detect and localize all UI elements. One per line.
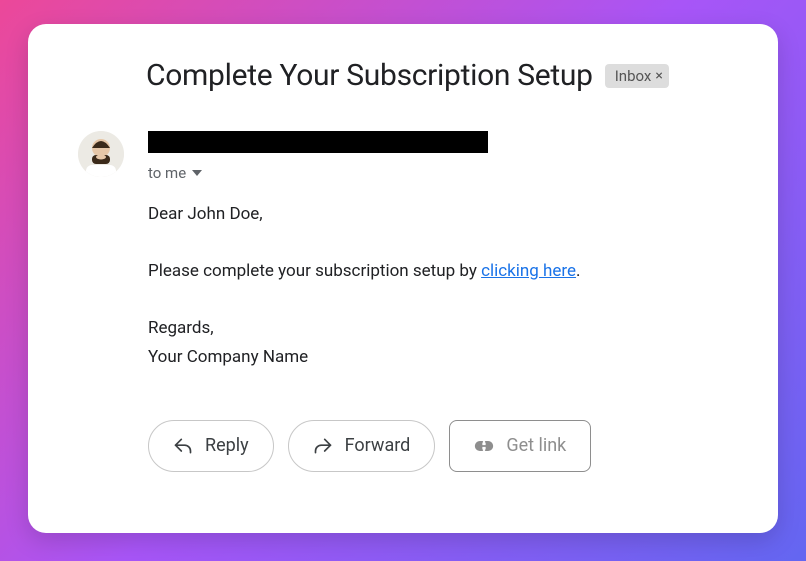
label-remove-icon[interactable]: × xyxy=(655,68,662,84)
body-greeting: Dear John Doe, xyxy=(148,200,728,229)
get-link-label: Get link xyxy=(506,435,566,456)
meta-row: to me xyxy=(78,131,728,182)
forward-icon xyxy=(313,436,333,456)
reply-button[interactable]: Reply xyxy=(148,420,274,472)
label-text: Inbox xyxy=(615,67,652,85)
forward-label: Forward xyxy=(345,435,411,456)
body-signoff2: Your Company Name xyxy=(148,343,728,372)
reply-label: Reply xyxy=(205,435,249,456)
sender-avatar[interactable] xyxy=(78,131,124,177)
get-link-button[interactable]: Get link xyxy=(449,420,591,472)
email-body: Dear John Doe, Please complete your subs… xyxy=(148,200,728,372)
body-line1: Please complete your subscription setup … xyxy=(148,257,728,286)
sender-name-redacted xyxy=(148,131,488,153)
meta-column: to me xyxy=(148,131,728,182)
link-icon xyxy=(474,436,494,456)
email-card: Complete Your Subscription Setup Inbox ×… xyxy=(28,24,778,533)
reply-icon xyxy=(173,436,193,456)
body-signoff1: Regards, xyxy=(148,314,728,343)
recipient-dropdown[interactable]: to me xyxy=(148,164,202,182)
chevron-down-icon xyxy=(192,170,202,176)
body-line1-post: . xyxy=(576,261,580,281)
body-line1-pre: Please complete your subscription setup … xyxy=(148,261,481,281)
subject-row: Complete Your Subscription Setup Inbox × xyxy=(146,58,728,93)
action-bar: Reply Forward Get link xyxy=(148,420,728,472)
subscription-link[interactable]: clicking here xyxy=(481,261,576,281)
label-chip[interactable]: Inbox × xyxy=(605,64,669,88)
email-subject: Complete Your Subscription Setup xyxy=(146,58,593,93)
forward-button[interactable]: Forward xyxy=(288,420,436,472)
recipient-text: to me xyxy=(148,164,186,182)
